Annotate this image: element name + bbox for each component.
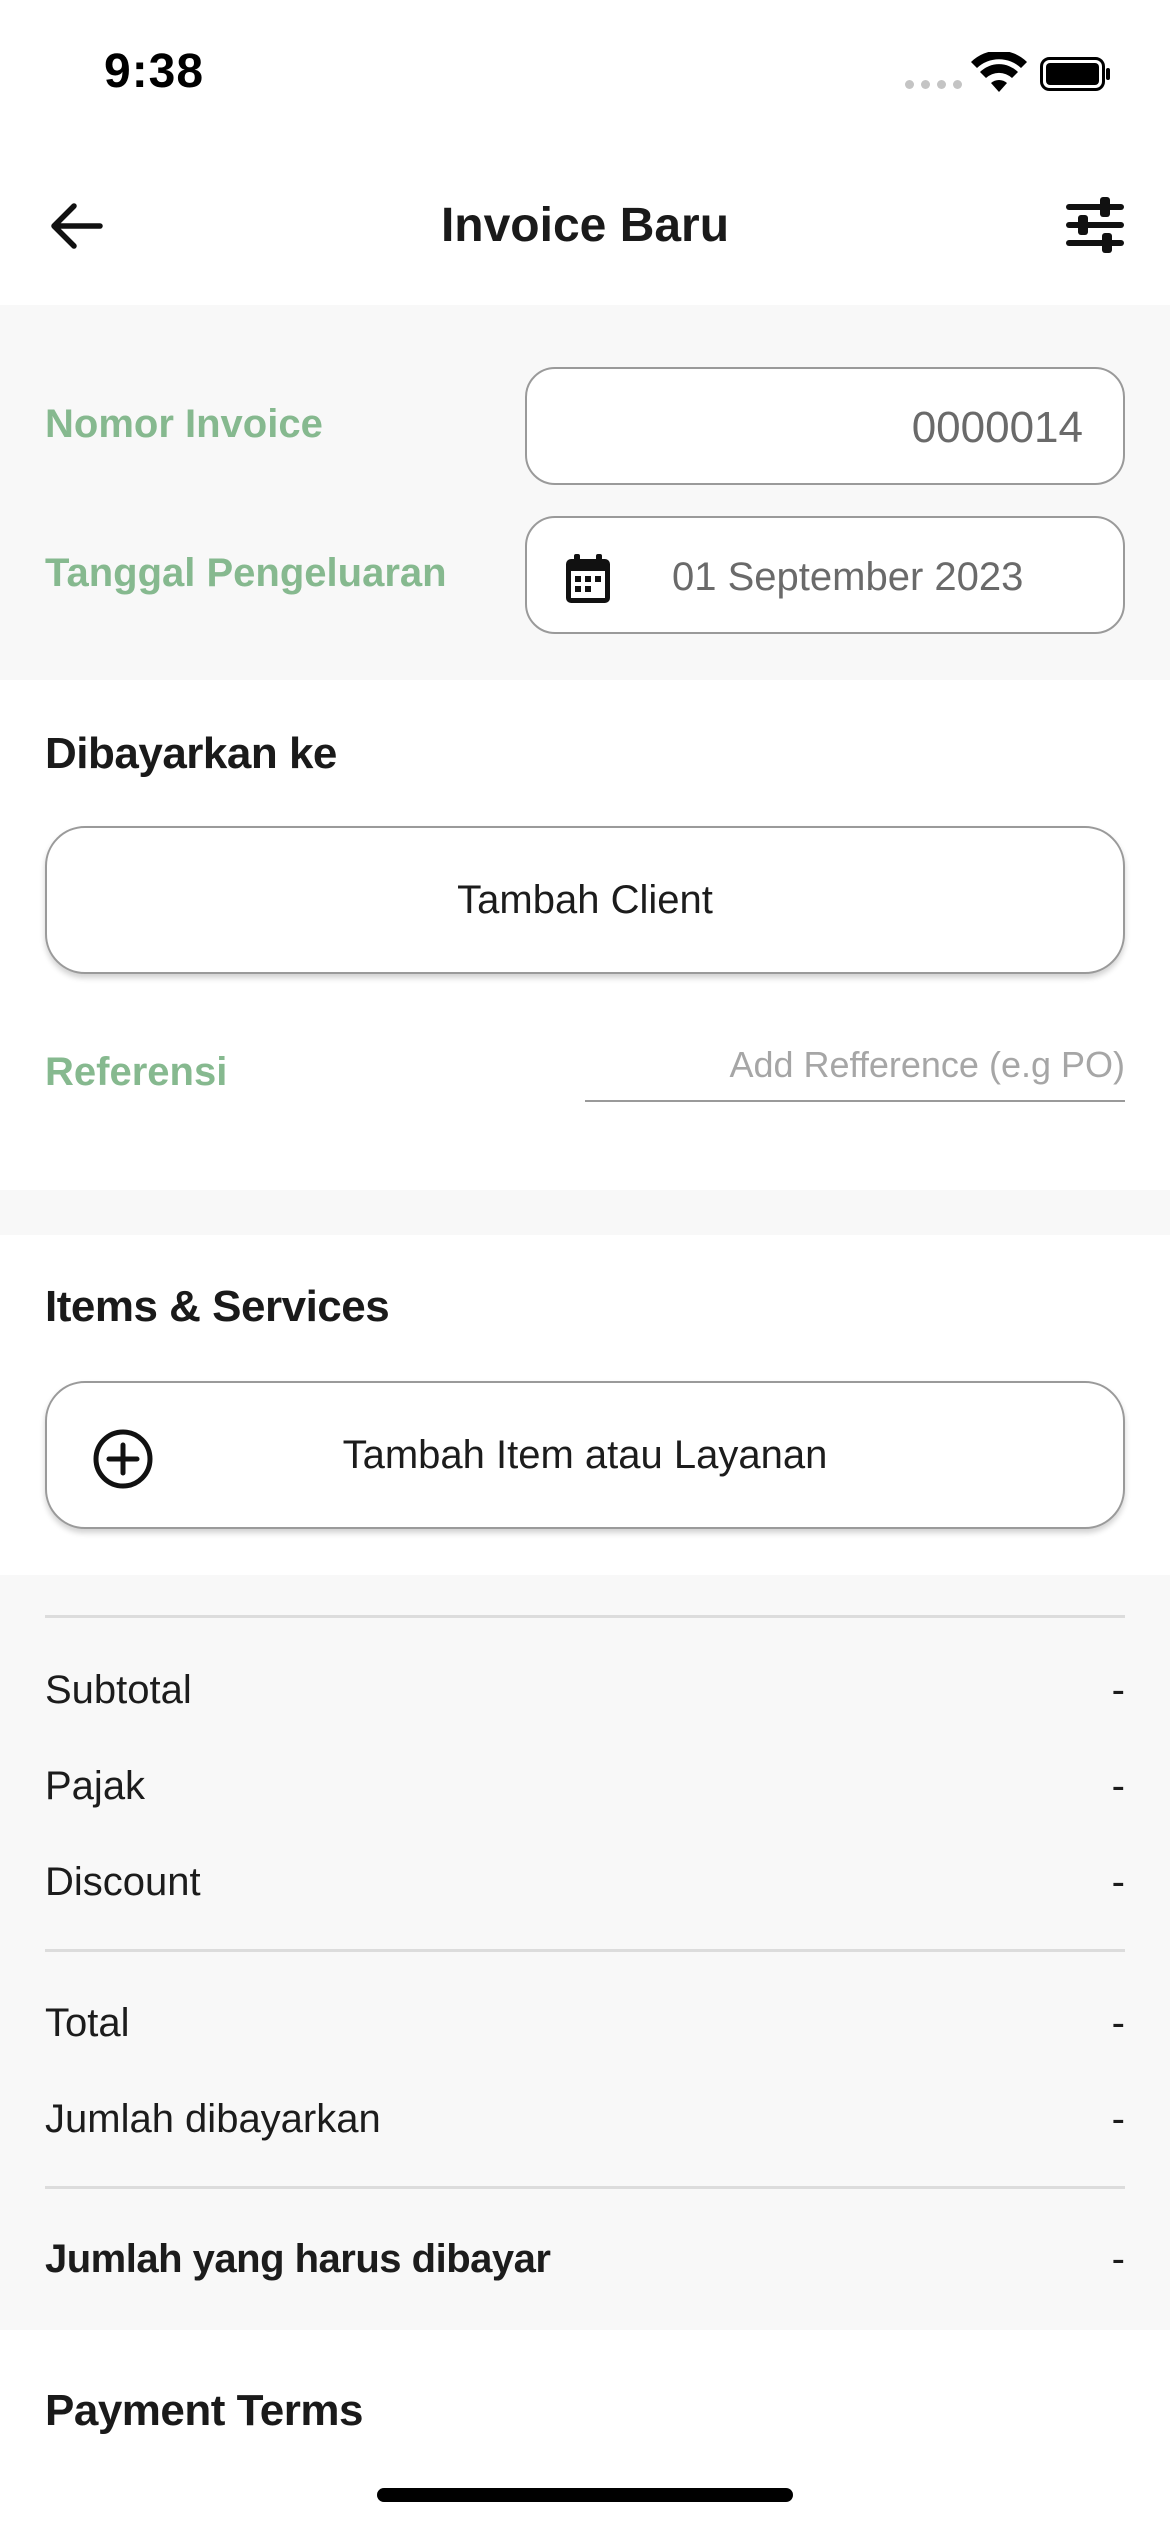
- status-bar: 9:38: [0, 0, 1170, 140]
- filter-button[interactable]: [1060, 190, 1130, 260]
- amount-due-value: -: [1111, 2237, 1125, 2281]
- invoice-number-label: Nomor Invoice: [45, 402, 323, 446]
- status-time: 9:38: [104, 45, 205, 98]
- battery-icon: [1040, 57, 1110, 91]
- total-value: -: [1111, 2001, 1125, 2045]
- total-label: Total: [45, 2001, 130, 2045]
- section-separator: [0, 1190, 1170, 1235]
- navigation-header: Invoice Baru: [0, 140, 1170, 305]
- discount-label: Discount: [45, 1860, 201, 1904]
- amount-paid-value: -: [1111, 2097, 1125, 2141]
- wifi-icon: [971, 52, 1027, 92]
- items-title: Items & Services: [45, 1282, 390, 1331]
- discount-value: -: [1111, 1860, 1125, 1904]
- divider: [45, 1615, 1125, 1618]
- amount-paid-label: Jumlah dibayarkan: [45, 2097, 381, 2141]
- plus-circle-icon: [93, 1429, 153, 1489]
- totals-section: Subtotal - Pajak - Discount - Total - Ju…: [0, 1575, 1170, 2330]
- paid-to-title: Dibayarkan ke: [45, 729, 337, 778]
- add-client-button[interactable]: Tambah Client: [45, 826, 1125, 974]
- items-section: Items & Services Tambah Item atau Layana…: [0, 1235, 1170, 1575]
- add-item-label: Tambah Item atau Layanan: [342, 1432, 828, 1477]
- invoice-meta-section: Nomor Invoice 0000014 Tanggal Pengeluara…: [0, 305, 1170, 680]
- subtotal-label: Subtotal: [45, 1668, 192, 1712]
- invoice-number-field[interactable]: 0000014: [525, 367, 1125, 485]
- subtotal-value: -: [1111, 1668, 1125, 1712]
- paid-to-section: Dibayarkan ke Tambah Client Referensi: [0, 680, 1170, 1190]
- page-title: Invoice Baru: [440, 199, 730, 252]
- issue-date-field[interactable]: 01 September 2023: [525, 516, 1125, 634]
- calendar-icon: [566, 554, 610, 603]
- reference-input[interactable]: [585, 1030, 1125, 1102]
- tax-value: -: [1111, 1764, 1125, 1808]
- tax-label: Pajak: [45, 1764, 146, 1808]
- divider: [45, 1949, 1125, 1952]
- add-item-button[interactable]: Tambah Item atau Layanan: [45, 1381, 1125, 1529]
- sliders-icon: [1066, 197, 1124, 253]
- amount-due-label: Jumlah yang harus dibayar: [45, 2237, 551, 2281]
- payment-terms-title: Payment Terms: [45, 2386, 363, 2435]
- divider: [45, 2186, 1125, 2189]
- cellular-signal-icon: [905, 80, 962, 89]
- reference-label: Referensi: [45, 1050, 228, 1094]
- issue-date-value: 01 September 2023: [672, 555, 1024, 599]
- home-indicator: [377, 2488, 793, 2502]
- issue-date-label: Tanggal Pengeluaran: [45, 551, 447, 595]
- invoice-number-value: 0000014: [911, 403, 1083, 452]
